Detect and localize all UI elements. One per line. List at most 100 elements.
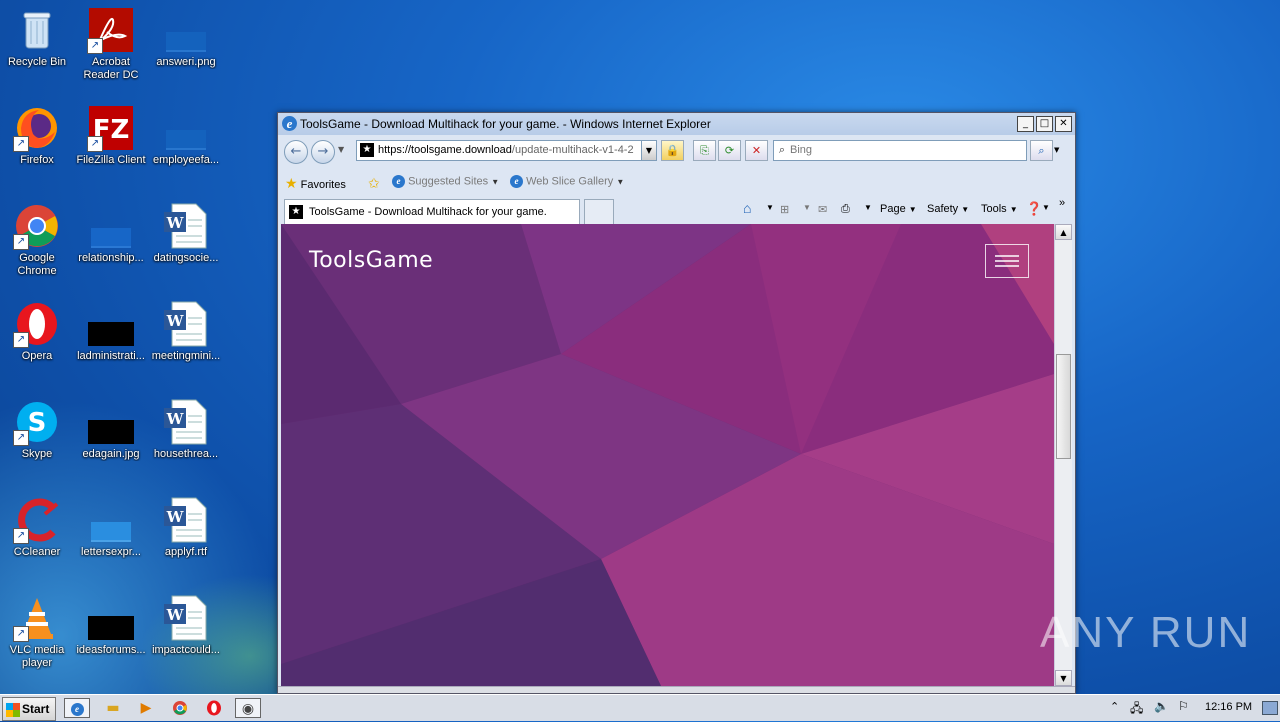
more-commands-icon[interactable]: » (1059, 197, 1065, 209)
site-favicon-icon: ★ (289, 205, 303, 219)
feeds-dropdown-icon[interactable]: ▼ (803, 203, 811, 212)
tab-toolsgame[interactable]: ★ ToolsGame - Download Multihack for you… (284, 199, 580, 224)
show-hidden-icons-button[interactable]: ⌃ (1110, 700, 1119, 713)
page-menu[interactable]: Page ▼ (880, 203, 917, 215)
favorites-bar: ★ Favorites ✩ e Suggested Sites ▼ e Web … (278, 169, 1075, 195)
action-center-flag-icon[interactable]: ⚐ (1178, 699, 1189, 713)
home-icon[interactable]: ⌂ (743, 200, 751, 216)
address-path: /update-multihack-v1-4-2 (511, 144, 634, 156)
network-icon[interactable]: 🖧 (1130, 699, 1143, 720)
windows-logo-icon (6, 702, 20, 717)
desktop-icon-vlc[interactable]: ↗ VLC media player (0, 594, 74, 670)
show-desktop-button[interactable] (1262, 701, 1278, 715)
internet-explorer-icon: e (282, 116, 297, 131)
desktop-icon-acrobat[interactable]: ↗ Acrobat Reader DC (74, 6, 148, 82)
taskbar-media-player-icon[interactable]: ▶ (133, 698, 159, 718)
help-icon[interactable]: ❓ (1026, 201, 1042, 217)
print-icon[interactable]: ⎙ (841, 203, 850, 216)
add-to-favorites-bar-button[interactable]: ✩ (368, 175, 380, 192)
desktop-icon-google-chrome[interactable]: ↗ Google Chrome (0, 202, 74, 278)
window-titlebar[interactable]: e ToolsGame - Download Multihack for you… (278, 113, 1075, 135)
desktop-icon-datingsocie[interactable]: W datingsocie... (149, 202, 223, 265)
desktop-icon-label: datingsocie... (153, 252, 219, 264)
image-file-icon (162, 6, 210, 54)
desktop-icon-edagain[interactable]: edagain.jpg (74, 398, 148, 461)
svg-text:W: W (166, 410, 185, 428)
site-brand[interactable]: ToolsGame (309, 248, 433, 273)
address-host: https://toolsgame.download (378, 144, 512, 156)
feeds-icon[interactable]: ⊞ (780, 203, 789, 216)
scrollbar-thumb[interactable] (1056, 354, 1071, 459)
help-dropdown-icon[interactable]: ▼ (1042, 203, 1050, 212)
desktop-icon-label: CCleaner (13, 546, 61, 558)
home-dropdown-icon[interactable]: ▼ (766, 203, 774, 212)
favorites-label: Favorites (300, 179, 346, 191)
stop-icon[interactable]: ✕ (745, 140, 768, 161)
file-blank-icon (87, 202, 135, 250)
safety-menu[interactable]: Safety ▼ (927, 203, 969, 215)
taskbar-file-explorer-icon[interactable]: ▬ (100, 698, 126, 718)
word-document-icon: W (162, 594, 210, 642)
address-bar[interactable]: ★ https://toolsgame.download/update-multi… (356, 140, 656, 161)
skype-icon: S ↗ (13, 398, 61, 446)
forward-button[interactable]: → (311, 140, 335, 164)
desktop-icon-relationship[interactable]: relationship... (74, 202, 148, 265)
desktop-icon-ccleaner[interactable]: ↗ CCleaner (0, 496, 74, 559)
ccleaner-icon: ↗ (13, 496, 61, 544)
vlc-icon: ↗ (13, 594, 61, 642)
desktop-icon-answeri[interactable]: answeri.png (149, 6, 223, 69)
desktop-icon-label: lettersexpr... (81, 546, 141, 558)
desktop-icon-impactcould[interactable]: W impactcould... (149, 594, 223, 657)
search-options-dropdown-icon[interactable]: ▼ (1054, 146, 1059, 154)
navigation-bar: ← → ▼ ★ https://toolsgame.download/update… (278, 137, 1075, 165)
close-button[interactable]: ✕ (1055, 116, 1072, 132)
taskbar-opera-icon[interactable] (201, 698, 227, 718)
print-dropdown-icon[interactable]: ▼ (864, 203, 872, 212)
file-blank-icon (162, 104, 210, 152)
start-label: Start (22, 702, 50, 716)
search-button[interactable]: ⌕ (1030, 140, 1053, 161)
suggested-sites-link[interactable]: e Suggested Sites ▼ (392, 175, 499, 188)
start-button[interactable]: Start (2, 697, 56, 721)
desktop-icon-skype[interactable]: S ↗ Skype (0, 398, 74, 461)
taskbar-app-icon[interactable]: ◉ (235, 698, 261, 718)
desktop-icon-ideasforums[interactable]: ideasforums... (74, 594, 148, 657)
scroll-down-arrow-icon[interactable]: ▼ (1055, 670, 1072, 686)
desktop-icon-applyf[interactable]: W applyf.rtf (149, 496, 223, 559)
desktop-icon-ladministration[interactable]: ladministrati... (74, 300, 148, 363)
back-button[interactable]: ← (284, 140, 308, 164)
desktop-icon-lettersexpr[interactable]: lettersexpr... (74, 496, 148, 559)
compatibility-view-icon[interactable]: ⎘ (693, 140, 716, 161)
desktop-icon-label: answeri.png (156, 56, 216, 68)
system-clock[interactable]: 12:16 PM (1205, 701, 1252, 713)
new-tab-button[interactable] (584, 199, 614, 224)
favorites-star-icon: ★ (285, 175, 298, 191)
chrome-icon: ↗ (13, 202, 61, 250)
desktop-icon-label: meetingmini... (151, 350, 221, 362)
refresh-icon[interactable]: ⟳ (718, 140, 741, 161)
taskbar-internet-explorer[interactable]: e (64, 698, 90, 718)
scroll-up-arrow-icon[interactable]: ▲ (1055, 224, 1072, 240)
security-lock-icon[interactable]: 🔒 (661, 140, 684, 161)
volume-icon[interactable]: 🔈 (1154, 699, 1169, 713)
maximize-button[interactable]: □ (1036, 116, 1053, 132)
taskbar: Start e ▬ ▶ ◉ ⌃ 🖧 🔈 ⚐ 12:16 PM (0, 694, 1280, 721)
minimize-button[interactable]: _ (1017, 116, 1034, 132)
read-mail-icon[interactable]: ✉ (818, 203, 827, 216)
ie-page-icon: e (510, 175, 523, 188)
tools-menu[interactable]: Tools ▼ (981, 203, 1018, 215)
desktop-icon-filezilla[interactable]: FZ ↗ FileZilla Client (74, 104, 148, 167)
web-slice-gallery-link[interactable]: e Web Slice Gallery ▼ (510, 175, 624, 188)
desktop-icon-employeefa[interactable]: employeefa... (149, 104, 223, 167)
recent-pages-dropdown-icon[interactable]: ▼ (338, 145, 344, 154)
desktop-icon-meetingmini[interactable]: W meetingmini... (149, 300, 223, 363)
taskbar-chrome-icon[interactable] (167, 698, 193, 718)
desktop-icon-firefox[interactable]: ↗ Firefox (0, 104, 74, 167)
desktop-icon-opera[interactable]: ↗ Opera (0, 300, 74, 363)
desktop-icon-recycle-bin[interactable]: Recycle Bin (0, 6, 74, 69)
favorites-button[interactable]: ★ Favorites (285, 175, 346, 192)
desktop-icon-housethrea[interactable]: W housethrea... (149, 398, 223, 461)
hamburger-menu-button[interactable] (985, 244, 1029, 278)
address-dropdown-button[interactable]: ▼ (641, 140, 657, 161)
search-input[interactable]: ⌕ Bing (773, 140, 1027, 161)
